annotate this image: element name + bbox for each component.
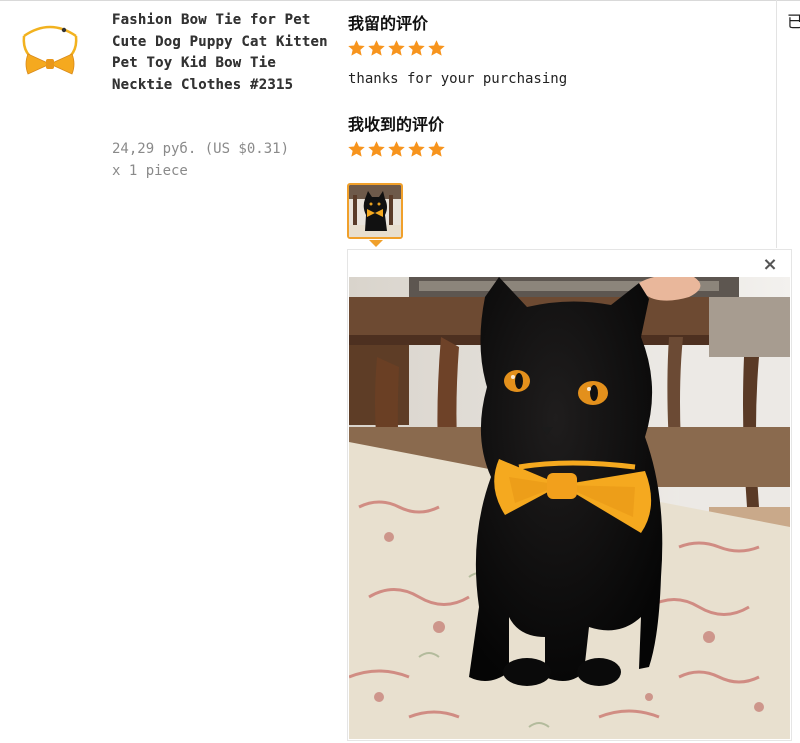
star-icon <box>368 40 385 56</box>
star-icon <box>408 40 425 56</box>
received-review-heading: 我收到的评价 <box>348 115 445 134</box>
star-icon <box>388 40 405 56</box>
product-quantity: x 1 piece <box>112 163 188 179</box>
column-divider <box>776 0 777 248</box>
product-price: 24,29 руб. (US $0.31) <box>112 141 290 157</box>
my-review-heading: 我留的评价 <box>348 14 429 33</box>
review-photo-thumbnail[interactable] <box>347 183 403 239</box>
thumbnail-pointer <box>369 240 383 247</box>
star-icon <box>388 141 405 157</box>
my-review-rating <box>347 39 446 58</box>
truncated-status-text: 已 <box>787 12 800 31</box>
product-title[interactable]: Fashion Bow Tie for Pet Cute Dog Puppy C… <box>112 10 337 96</box>
star-icon <box>428 141 445 157</box>
review-photo-large[interactable] <box>349 277 790 739</box>
close-icon[interactable]: × <box>761 256 779 274</box>
received-review-rating <box>347 140 446 159</box>
cat-photo-mini <box>349 185 401 237</box>
star-icon <box>368 141 385 157</box>
my-review-comment: thanks for your purchasing <box>348 71 568 87</box>
product-thumbnail[interactable] <box>14 14 86 86</box>
star-icon <box>348 141 365 157</box>
photo-viewer: × <box>347 249 792 741</box>
top-divider <box>0 0 800 1</box>
star-icon <box>408 141 425 157</box>
star-icon <box>348 40 365 56</box>
star-icon <box>428 40 445 56</box>
